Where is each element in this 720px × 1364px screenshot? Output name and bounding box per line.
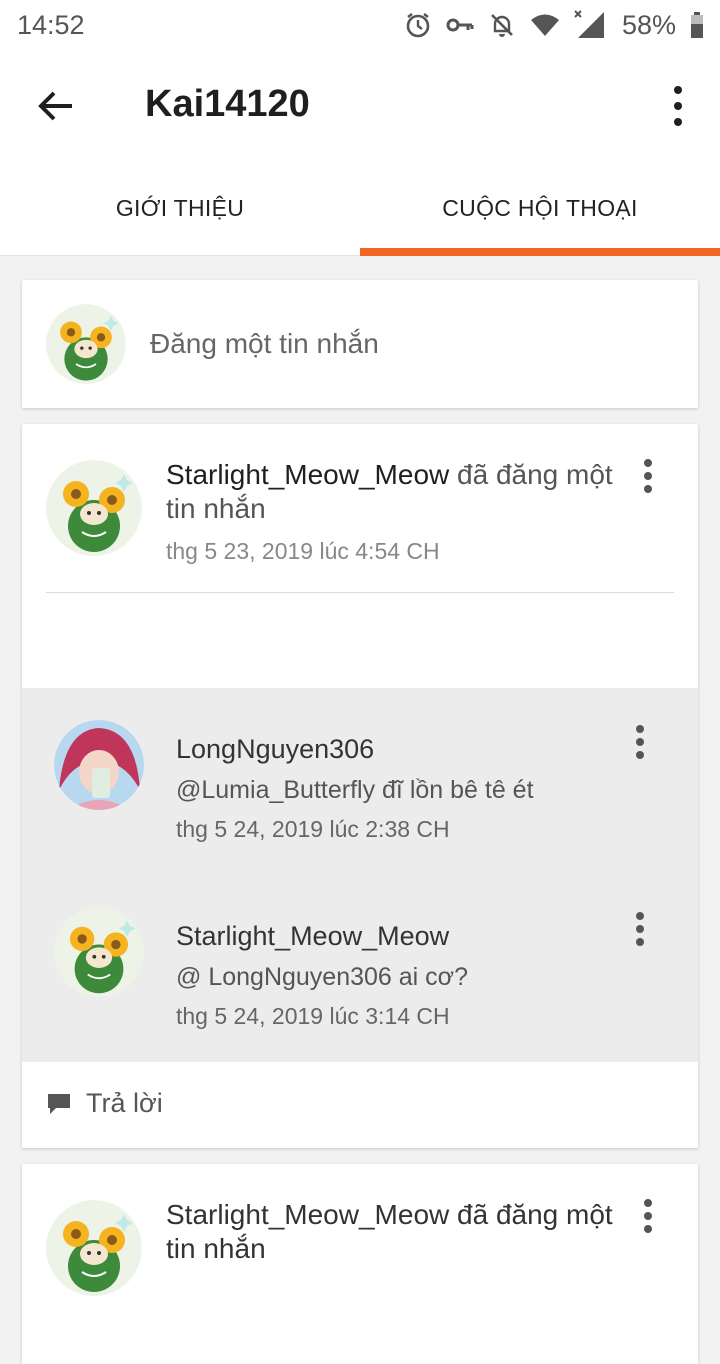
post-message-placeholder: Đăng một tin nhắn <box>150 328 379 359</box>
alarm-icon <box>406 12 430 38</box>
more-vert-icon[interactable] <box>630 911 650 947</box>
reply-list: LongNguyen306 @Lumia_Butterfly đĩ lồn bê… <box>22 688 698 1062</box>
battery-percent: 58% <box>621 9 676 40</box>
thread-author[interactable]: Starlight_Meow_Meow <box>166 1199 449 1230</box>
avatar[interactable] <box>54 720 144 810</box>
arrow-back-icon[interactable] <box>32 82 80 130</box>
thread-author[interactable]: Starlight_Meow_Meow <box>166 459 449 490</box>
tab-conversations[interactable]: CUỘC HỘI THOẠI <box>360 160 720 256</box>
page-title: Kai14120 <box>145 83 310 125</box>
tab-indicator <box>360 248 720 256</box>
thread-timestamp: thg 5 23, 2019 lúc 4:54 CH <box>166 538 440 564</box>
reply-text: @ LongNguyen306 ai cơ? <box>176 963 468 991</box>
reply-item: Starlight_Meow_Meow @ LongNguyen306 ai c… <box>22 875 698 1062</box>
comment-icon <box>48 1094 70 1114</box>
wifi-icon <box>530 14 559 36</box>
divider <box>46 592 674 593</box>
more-vert-icon[interactable] <box>638 1198 658 1234</box>
reply-item: LongNguyen306 @Lumia_Butterfly đĩ lồn bê… <box>22 688 698 875</box>
avatar[interactable] <box>46 460 142 556</box>
key-icon <box>446 18 474 32</box>
more-vert-icon[interactable] <box>638 458 658 494</box>
more-vert-icon[interactable] <box>630 724 650 760</box>
post-message-card[interactable]: Đăng một tin nhắn <box>22 280 698 408</box>
app-bar: Kai14120 <box>0 50 720 160</box>
avatar[interactable] <box>54 907 144 997</box>
reply-timestamp: thg 5 24, 2019 lúc 2:38 CH <box>176 816 450 842</box>
avatar <box>46 304 126 384</box>
thread-header: Starlight_Meow_Meow đã đăng một tin nhắn <box>166 458 626 526</box>
more-vert-icon[interactable] <box>666 84 690 128</box>
reply-text: @Lumia_Butterfly đĩ lồn bê tê ét <box>176 776 534 804</box>
status-time: 14:52 <box>17 10 85 40</box>
thread-header: Starlight_Meow_Meow đã đăng một tin nhắn <box>166 1198 626 1266</box>
conversation-thread: Starlight_Meow_Meow đã đăng một tin nhắn… <box>22 424 698 1148</box>
status-bar: 14:52 58% <box>0 0 720 50</box>
reply-button[interactable]: Trả lời <box>22 1062 698 1148</box>
reply-label: Trả lời <box>86 1088 163 1118</box>
reply-timestamp: thg 5 24, 2019 lúc 3:14 CH <box>176 1003 450 1029</box>
tab-intro[interactable]: GIỚI THIỆU <box>0 160 360 256</box>
status-icons: 58% <box>404 8 704 42</box>
battery-icon <box>691 12 703 38</box>
avatar[interactable] <box>46 1200 142 1296</box>
signal-icon <box>574 10 604 38</box>
reply-author[interactable]: LongNguyen306 <box>176 734 374 765</box>
reply-author[interactable]: Starlight_Meow_Meow <box>176 921 449 952</box>
conversation-thread: Starlight_Meow_Meow đã đăng một tin nhắn <box>22 1164 698 1364</box>
notifications-off-icon <box>491 14 513 37</box>
tab-bar: GIỚI THIỆU CUỘC HỘI THOẠI <box>0 160 720 256</box>
